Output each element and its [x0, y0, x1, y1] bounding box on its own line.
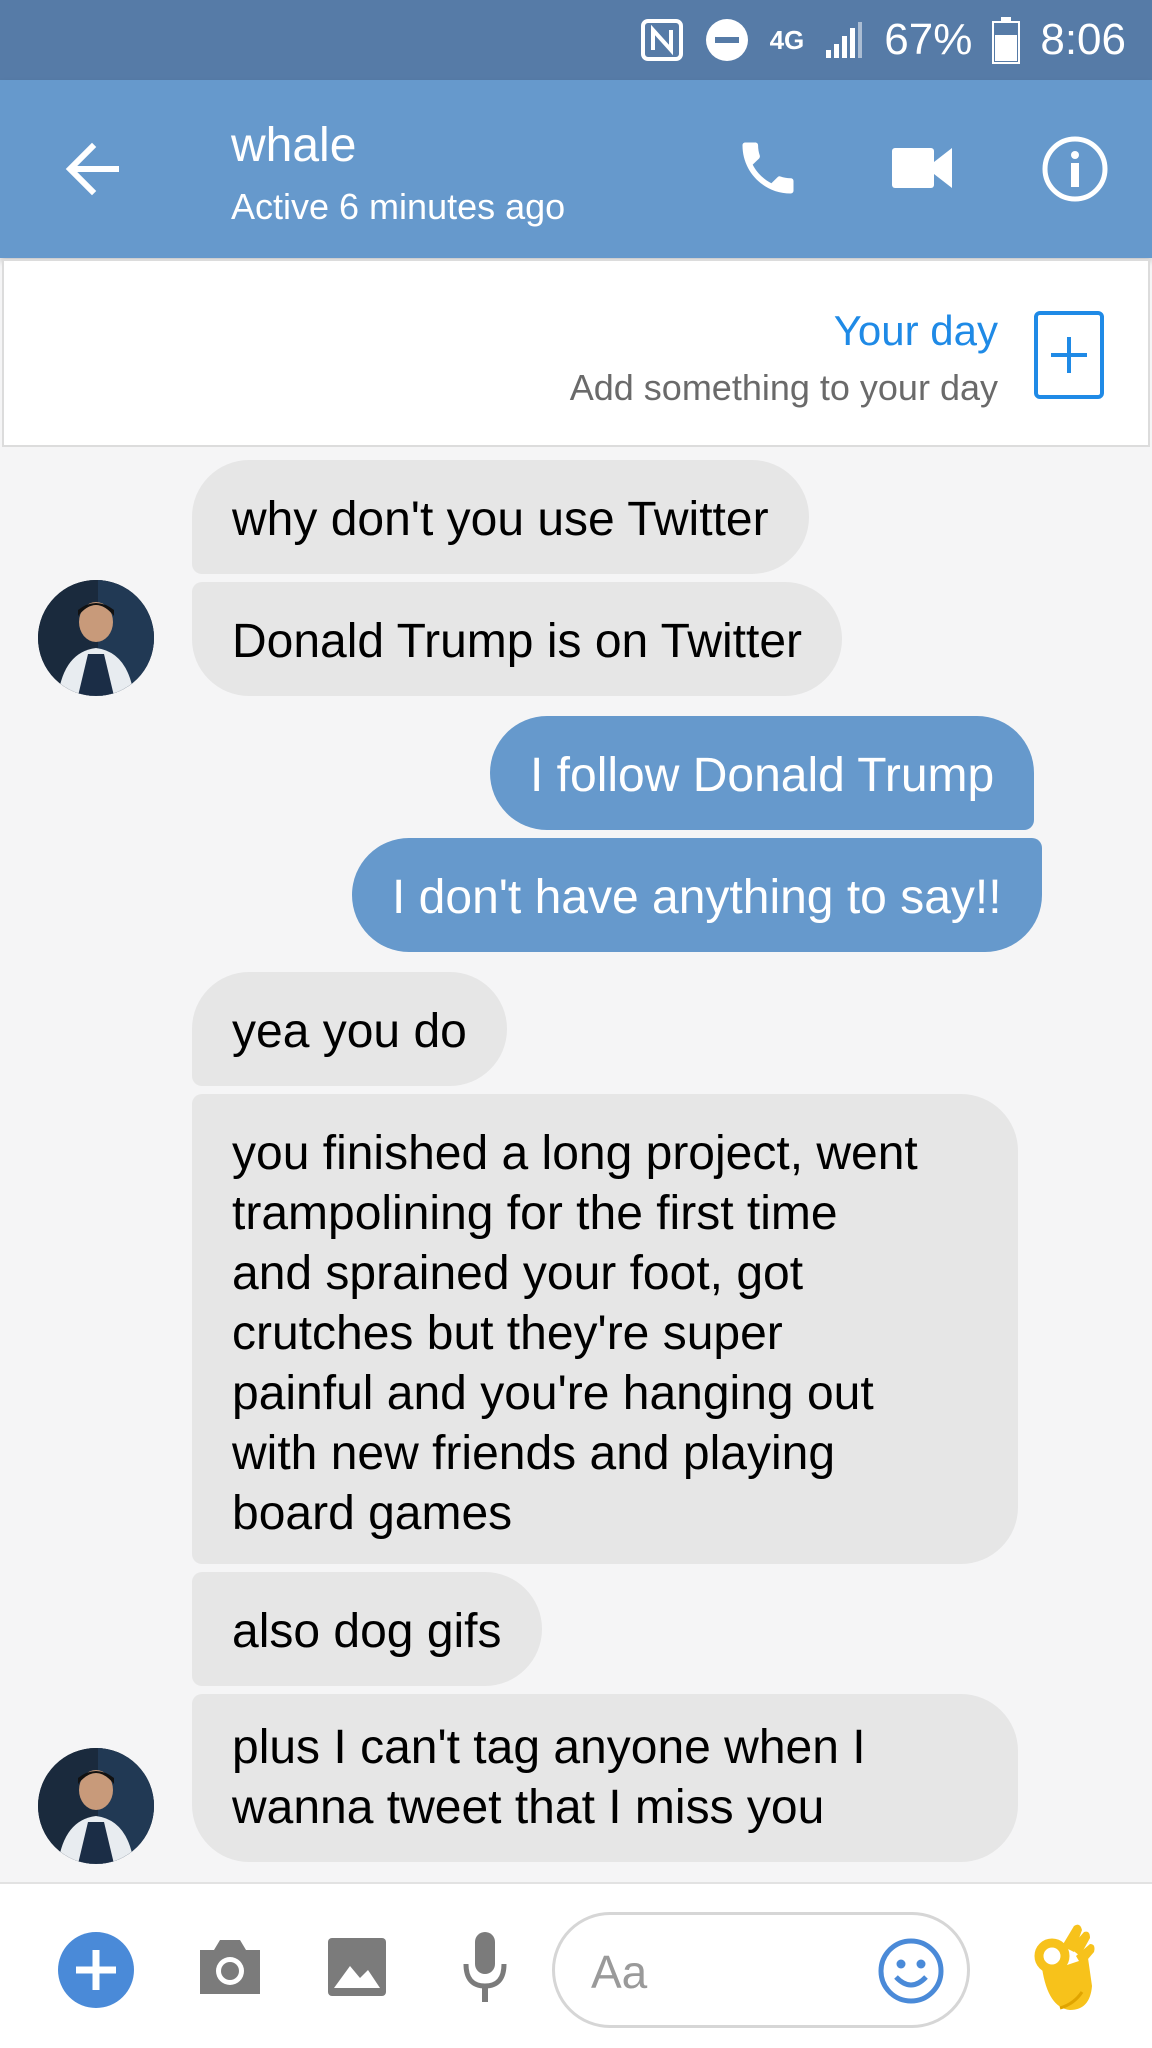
message-line: crutches but they're super [232, 1307, 783, 1360]
network-type: 4G [769, 24, 805, 55]
message-bubble-incoming[interactable]: Donald Trump is on Twitter [192, 582, 843, 696]
ok-hand-emoji-icon[interactable] [1030, 1922, 1100, 2019]
video-camera-icon[interactable] [890, 140, 954, 196]
message-text: yea you do [232, 1005, 467, 1058]
camera-icon[interactable] [196, 1936, 264, 2003]
conversation-header: whale Active 6 minutes ago [0, 80, 1152, 258]
message-line: plus I can't tag anyone when I [232, 1721, 866, 1774]
nfc-icon [640, 18, 684, 62]
your-day-subtitle: Add something to your day [569, 367, 998, 408]
message-line: trampolining for the first time [232, 1187, 838, 1240]
message-line: and sprained your foot, got [232, 1247, 804, 1300]
phone-icon[interactable] [734, 134, 802, 202]
clock: 8:06 [1040, 15, 1126, 64]
battery-icon [992, 16, 1021, 64]
microphone-icon[interactable] [462, 1930, 508, 2009]
add-to-day-button[interactable] [1034, 311, 1104, 399]
message-line: wanna tweet that I miss you [232, 1781, 825, 1834]
message-line: board games [232, 1487, 513, 1540]
emoji-icon[interactable] [877, 1937, 945, 2005]
message-line: painful and you're hanging out [232, 1367, 874, 1420]
back-arrow-icon[interactable] [58, 134, 128, 204]
image-icon[interactable] [326, 1936, 388, 2003]
message-text: why don't you use Twitter [232, 493, 769, 546]
message-bubble-outgoing[interactable]: I don't have anything to say!! [352, 838, 1042, 952]
message-line: with new friends and playing [232, 1427, 836, 1480]
info-icon[interactable] [1040, 134, 1110, 204]
battery-percent: 67% [884, 15, 973, 64]
status-bar: 4G 67% 8:06 [0, 0, 1152, 80]
message-bubble-incoming[interactable]: also dog gifs [192, 1572, 542, 1686]
message-text: I don't have anything to say!! [392, 871, 1002, 924]
message-input-placeholder: Aa [591, 1946, 648, 1998]
contact-active-status: Active 6 minutes ago [231, 186, 566, 227]
contact-name[interactable]: whale [231, 118, 356, 173]
message-bubble-incoming[interactable]: yea you do [192, 972, 507, 1086]
message-text: also dog gifs [232, 1605, 502, 1658]
message-bubble-incoming[interactable]: why don't you use Twitter [192, 460, 809, 574]
plus-icon [1051, 337, 1087, 373]
message-text: Donald Trump is on Twitter [232, 615, 803, 668]
your-day-banner[interactable]: Your day Add something to your day [2, 259, 1150, 447]
message-composer: Aa [0, 1882, 1152, 2048]
message-bubble-incoming[interactable]: you finished a long project, went trampo… [192, 1094, 1018, 1564]
message-line: you finished a long project, went [232, 1127, 918, 1180]
avatar[interactable] [38, 580, 154, 696]
do-not-disturb-icon [704, 17, 750, 63]
message-bubble-outgoing[interactable]: I follow Donald Trump [490, 716, 1035, 830]
message-bubble-incoming[interactable]: plus I can't tag anyone when I wanna twe… [192, 1694, 1018, 1862]
plus-icon[interactable] [56, 1930, 136, 2015]
message-text: I follow Donald Trump [530, 749, 995, 802]
message-input[interactable]: Aa [552, 1912, 970, 2028]
signal-icon [824, 20, 864, 60]
avatar[interactable] [38, 1748, 154, 1864]
your-day-title[interactable]: Your day [834, 307, 998, 355]
